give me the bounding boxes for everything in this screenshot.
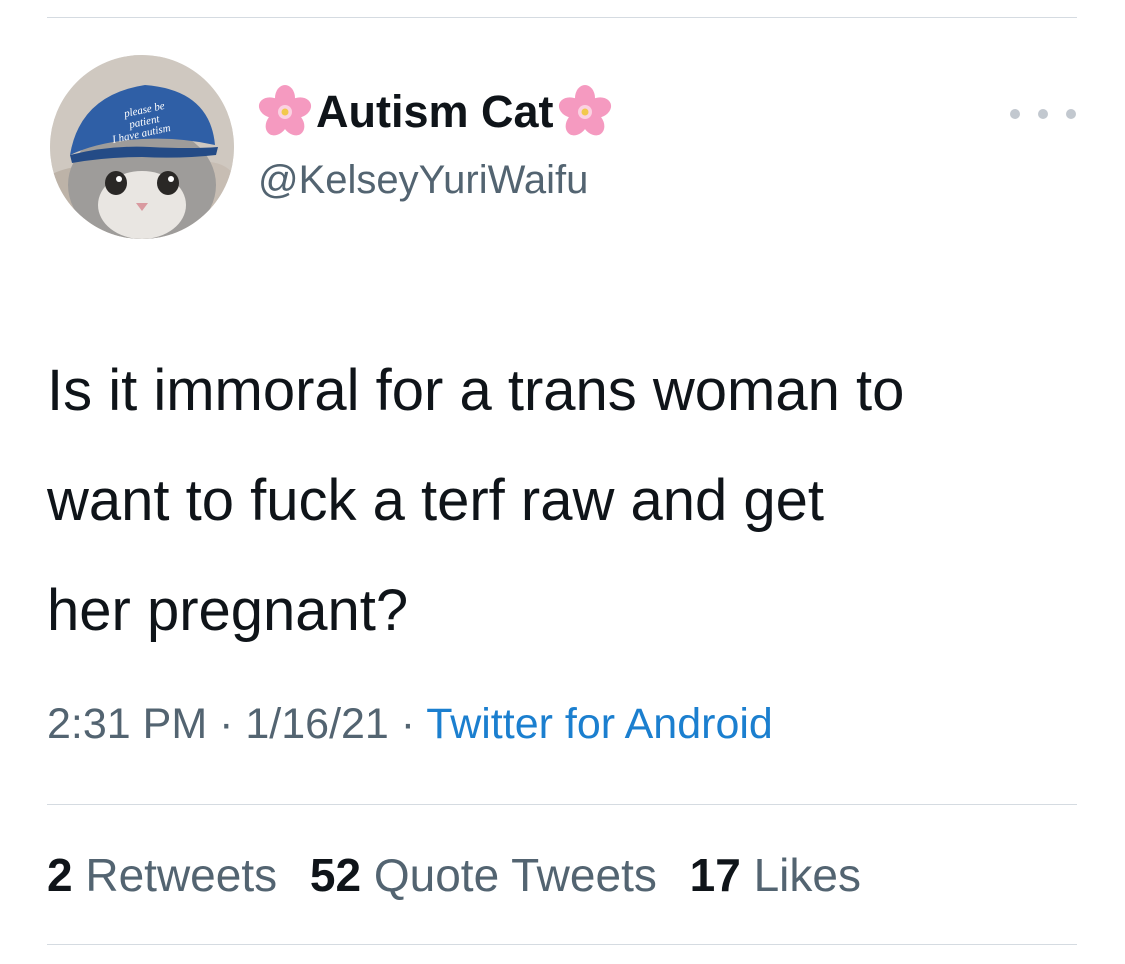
- top-divider: [47, 17, 1077, 18]
- more-dot-icon: [1038, 109, 1048, 119]
- likes-stat[interactable]: 17 Likes: [690, 849, 861, 901]
- retweets-label: Retweets: [85, 849, 278, 901]
- cherry-blossom-icon: [558, 85, 611, 136]
- avatar[interactable]: please be patient I have autism: [50, 55, 234, 239]
- likes-label: Likes: [753, 849, 861, 901]
- cherry-blossom-icon: [258, 85, 312, 136]
- cat-avatar-image: please be patient I have autism: [50, 55, 234, 239]
- stats-bottom-divider: [47, 944, 1077, 945]
- tweet-date[interactable]: 1/16/21: [245, 700, 388, 748]
- tweet-source-link[interactable]: Twitter for Android: [426, 700, 773, 748]
- likes-count: 17: [689, 849, 741, 901]
- more-dot-icon: [1010, 109, 1020, 119]
- retweets-count: 2: [47, 849, 73, 901]
- retweets-stat[interactable]: 2 Retweets: [47, 849, 290, 901]
- quote-tweets-stat[interactable]: 52 Quote Tweets: [310, 849, 670, 901]
- quote-tweets-count: 52: [309, 849, 362, 901]
- stats-top-divider: [47, 804, 1077, 805]
- tweet-meta: 2:31 PM · 1/16/21 · Twitter for Android: [47, 700, 773, 749]
- more-dot-icon: [1066, 109, 1076, 119]
- tweet-time[interactable]: 2:31 PM: [47, 700, 207, 748]
- quote-tweets-label: Quote Tweets: [373, 849, 657, 901]
- engagement-stats: 2 Retweets 52 Quote Tweets 17 Likes: [47, 848, 881, 902]
- author-name-row[interactable]: Autism Cat: [258, 82, 612, 142]
- more-options-button[interactable]: [1010, 99, 1076, 129]
- display-name: Autism Cat: [316, 86, 554, 137]
- meta-separator: ·: [400, 700, 416, 748]
- meta-separator: ·: [219, 700, 234, 748]
- user-handle[interactable]: @KelseyYuriWaifu: [258, 158, 588, 203]
- tweet-text: Is it immoral for a trans woman to want …: [47, 358, 905, 643]
